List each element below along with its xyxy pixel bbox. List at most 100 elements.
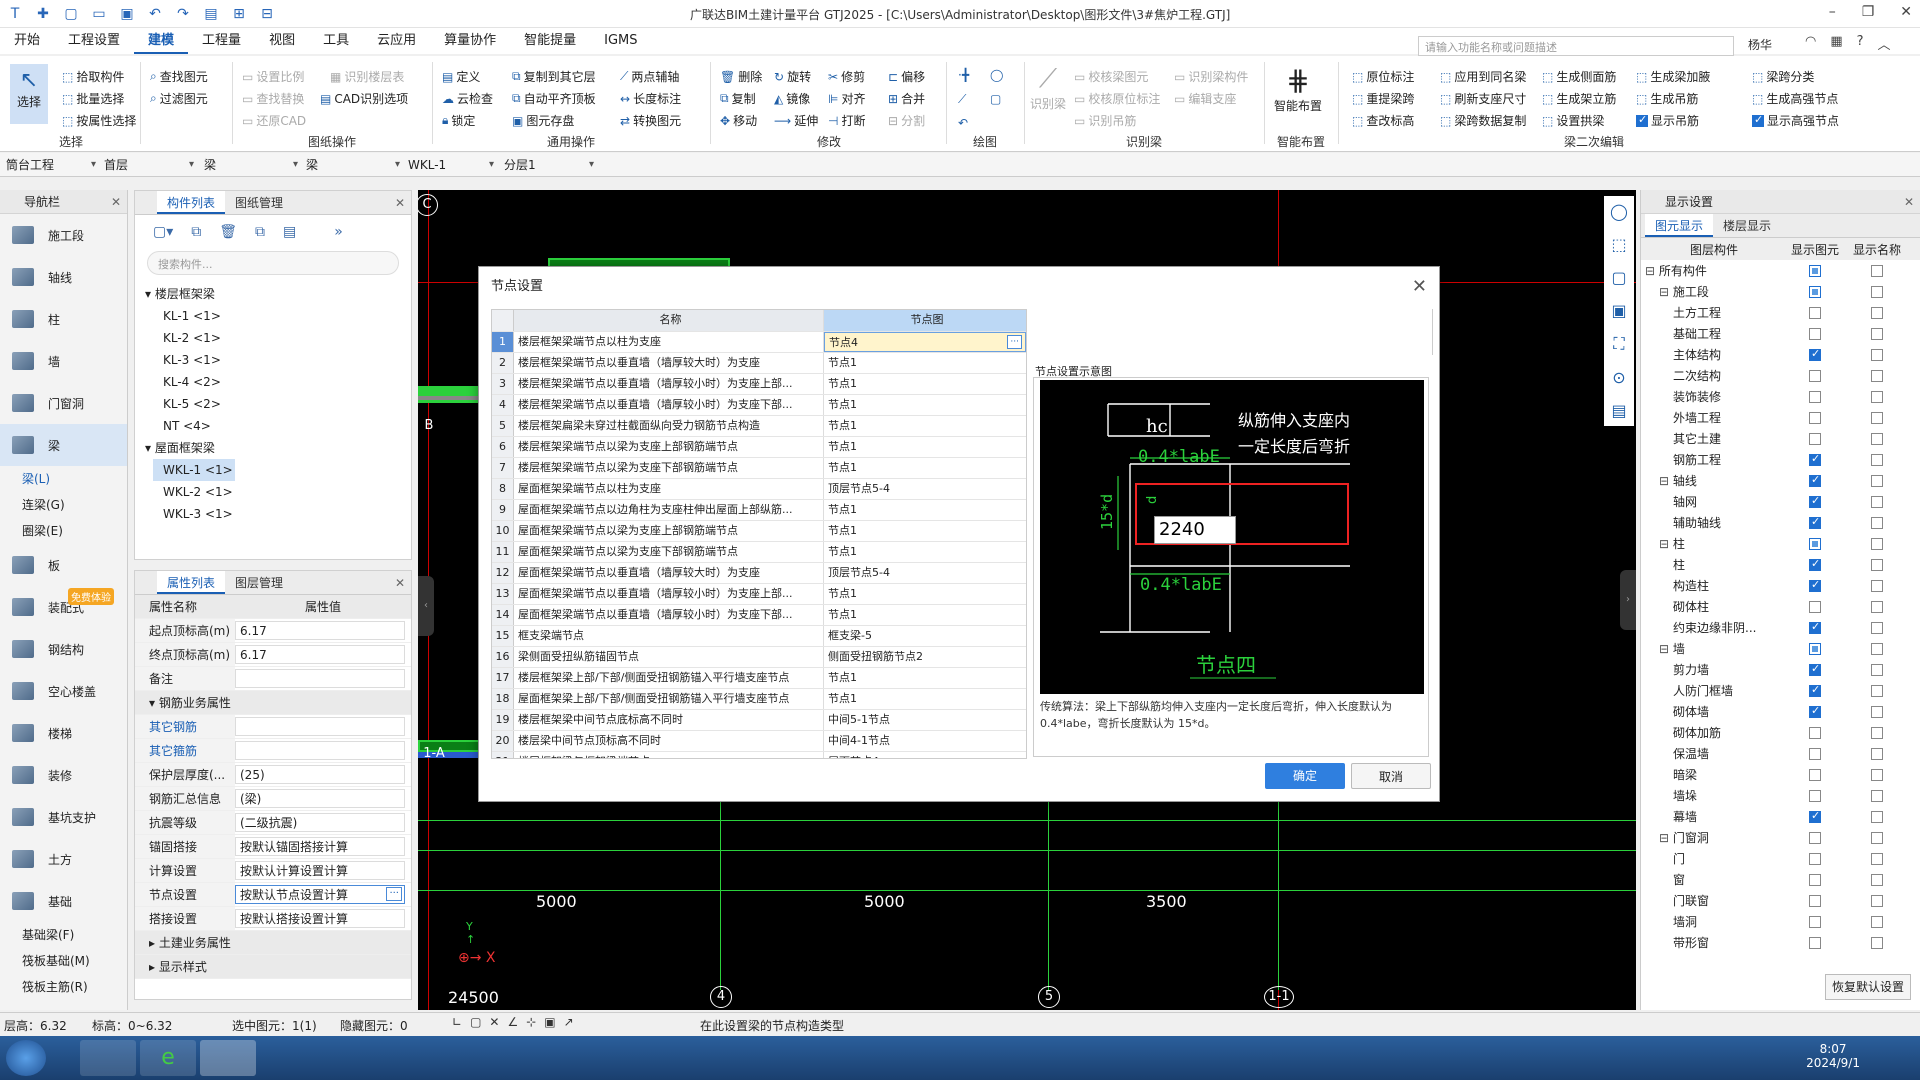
property-group[interactable]: ▾ 钢筋业务属性: [135, 691, 411, 715]
show-name-checkbox[interactable]: [1871, 643, 1883, 655]
show-name-checkbox[interactable]: [1871, 601, 1883, 613]
node-row[interactable]: 17 楼层框架梁上部/下部/侧面受扭钢筋锚入平行墙支座节点 节点1: [492, 668, 1026, 689]
show-name-checkbox[interactable]: [1871, 370, 1883, 382]
check-annotation-button[interactable]: ▭ 校核原位标注: [1074, 90, 1160, 107]
restore-icon[interactable]: ❐: [1862, 4, 1875, 20]
cloud-check-button[interactable]: ☁ 云检查: [442, 90, 493, 107]
tree-item-selected[interactable]: WKL-1 <1>: [153, 459, 235, 481]
new-icon[interactable]: ✚: [32, 3, 54, 25]
list-view-icon[interactable]: ▤: [1611, 401, 1626, 420]
show-name-checkbox[interactable]: [1871, 433, 1883, 445]
show-name-checkbox[interactable]: [1871, 790, 1883, 802]
node-row[interactable]: 21楼层框架梁与框架梁端节点... 屋面节点4: [492, 752, 1026, 758]
tree-item[interactable]: KL-2 <1>: [145, 327, 411, 349]
align-button[interactable]: ⊫ 对齐: [828, 90, 865, 107]
tab-layer-manage[interactable]: 图层管理: [225, 571, 293, 594]
show-name-checkbox[interactable]: [1871, 622, 1883, 634]
circle-tool[interactable]: ◯: [990, 68, 1003, 82]
copy-button[interactable]: ⧉ 复制: [720, 90, 756, 107]
node-value[interactable]: 节点1: [824, 689, 1026, 709]
node-row[interactable]: 8 屋面框架梁端节点以柱为支座 顶层节点5-4: [492, 479, 1026, 500]
extend-button[interactable]: ⟶ 延伸: [774, 112, 818, 129]
show-name-checkbox[interactable]: [1871, 412, 1883, 424]
show-element-checkbox[interactable]: [1809, 748, 1821, 760]
help-icon[interactable]: ?: [1857, 34, 1864, 53]
show-name-checkbox[interactable]: [1871, 496, 1883, 508]
prop-value[interactable]: [235, 669, 405, 688]
node-value[interactable]: 节点1: [824, 500, 1026, 520]
show-name-checkbox[interactable]: [1871, 307, 1883, 319]
tree-toggle-icon[interactable]: ⊟: [1659, 285, 1673, 299]
node-value[interactable]: 节点1: [824, 395, 1026, 415]
node-value[interactable]: 节点1: [824, 584, 1026, 604]
node-row[interactable]: 18 屋面框架梁上部/下部/侧面受扭钢筋锚入平行墙支座节点 节点1: [492, 689, 1026, 710]
show-name-checkbox[interactable]: [1871, 874, 1883, 886]
show-name-checkbox[interactable]: [1871, 538, 1883, 550]
show-element-checkbox[interactable]: [1809, 370, 1821, 382]
edit-support-button[interactable]: ▭ 编辑支座: [1174, 90, 1236, 107]
nav-sub-beam-l[interactable]: 梁(L): [0, 466, 127, 492]
node-value[interactable]: 节点1: [824, 437, 1026, 457]
original-annotation-button[interactable]: ⬚ 原位标注: [1352, 68, 1414, 85]
show-element-checkbox[interactable]: [1809, 412, 1821, 424]
nav-item-column[interactable]: 柱: [0, 298, 127, 340]
node-row[interactable]: 11 屋面框架梁端节点以梁为支座下部钢筋端节点 节点1: [492, 542, 1026, 563]
new-component-icon[interactable]: ▢▾: [153, 224, 173, 240]
table-icon[interactable]: ⊟: [256, 3, 278, 25]
ellipsis-icon[interactable]: ···: [386, 887, 402, 901]
nav-sub-raft[interactable]: 筏板基础(M): [0, 948, 127, 974]
node-value[interactable]: 节点1: [824, 458, 1026, 478]
dynamic-observe-icon[interactable]: ◯: [1610, 202, 1628, 221]
nav-item-axis[interactable]: 轴线: [0, 256, 127, 298]
grid-scrollbar[interactable]: [1041, 309, 1433, 355]
tree-item[interactable]: WKL-3 <1>: [145, 503, 411, 525]
show-name-checkbox[interactable]: [1871, 832, 1883, 844]
layout-icon[interactable]: ▦: [1830, 34, 1842, 53]
show-element-checkbox[interactable]: [1809, 578, 1821, 592]
grid-icon[interactable]: ⊞: [228, 3, 250, 25]
type-select[interactable]: 梁: [200, 156, 298, 174]
floor-select[interactable]: 首层: [100, 156, 194, 174]
taskbar-app-gtj[interactable]: [200, 1040, 256, 1076]
show-name-checkbox[interactable]: [1871, 853, 1883, 865]
start-button[interactable]: [6, 1040, 46, 1076]
convert-element-button[interactable]: ⇄ 转换图元: [620, 112, 681, 129]
more-icon[interactable]: »: [334, 224, 343, 240]
show-element-checkbox[interactable]: [1809, 832, 1821, 844]
nav-item-decor[interactable]: 装修: [0, 754, 127, 796]
close-icon[interactable]: ✕: [111, 190, 121, 214]
show-hanger-toggle[interactable]: 显示吊筋: [1636, 112, 1699, 129]
show-hanger-checkbox[interactable]: [1636, 113, 1648, 127]
show-element-checkbox[interactable]: [1809, 452, 1821, 466]
nav-item-opening[interactable]: 门窗洞: [0, 382, 127, 424]
component-select[interactable]: WKL-1: [404, 156, 494, 174]
show-element-checkbox[interactable]: [1809, 538, 1821, 550]
node-row[interactable]: 12 屋面框架梁端节点以垂直墙（墙厚较大时）为支座 顶层节点5-4: [492, 563, 1026, 584]
show-name-checkbox[interactable]: [1871, 748, 1883, 760]
menu-quantity[interactable]: 工程量: [188, 28, 255, 54]
find-replace-button[interactable]: ▭ 查找替换: [242, 90, 304, 107]
show-element-checkbox[interactable]: [1809, 601, 1821, 613]
smart-layout-button[interactable]: ⋕ 智能布置: [1274, 64, 1322, 114]
refresh-support-button[interactable]: ⬚ 刷新支座尺寸: [1440, 90, 1526, 107]
node-value[interactable]: 节点1: [824, 353, 1026, 373]
gen-haunch-button[interactable]: ⬚ 生成梁加腋: [1636, 68, 1710, 85]
set-scale-button[interactable]: ▭ 设置比例: [242, 68, 304, 85]
prop-value[interactable]: 按默认锚固搭接计算: [235, 837, 405, 856]
ok-button[interactable]: 确定: [1265, 763, 1345, 789]
show-hs-node-checkbox[interactable]: [1752, 113, 1764, 127]
3d-view-icon[interactable]: ⬚: [1611, 235, 1626, 254]
copy-component-icon[interactable]: ⧉: [191, 224, 201, 240]
fit-view-icon[interactable]: ⛶: [1613, 334, 1624, 354]
open-icon[interactable]: ▭: [88, 3, 110, 25]
show-name-checkbox[interactable]: [1871, 559, 1883, 571]
close-icon[interactable]: ✕: [1904, 190, 1914, 214]
nav-item-steel[interactable]: 钢结构: [0, 628, 127, 670]
ortho-icon[interactable]: ∟: [452, 1015, 462, 1029]
show-name-checkbox[interactable]: [1871, 685, 1883, 697]
prop-value[interactable]: 6.17: [235, 645, 405, 664]
zoom-icon[interactable]: ⊙: [1612, 368, 1625, 387]
node-row[interactable]: 6 楼层框架梁端节点以梁为支座上部钢筋端节点 节点1: [492, 437, 1026, 458]
identify-hanger-button[interactable]: ▭ 识别吊筋: [1074, 112, 1136, 129]
menu-smart[interactable]: 智能提量: [510, 28, 590, 54]
